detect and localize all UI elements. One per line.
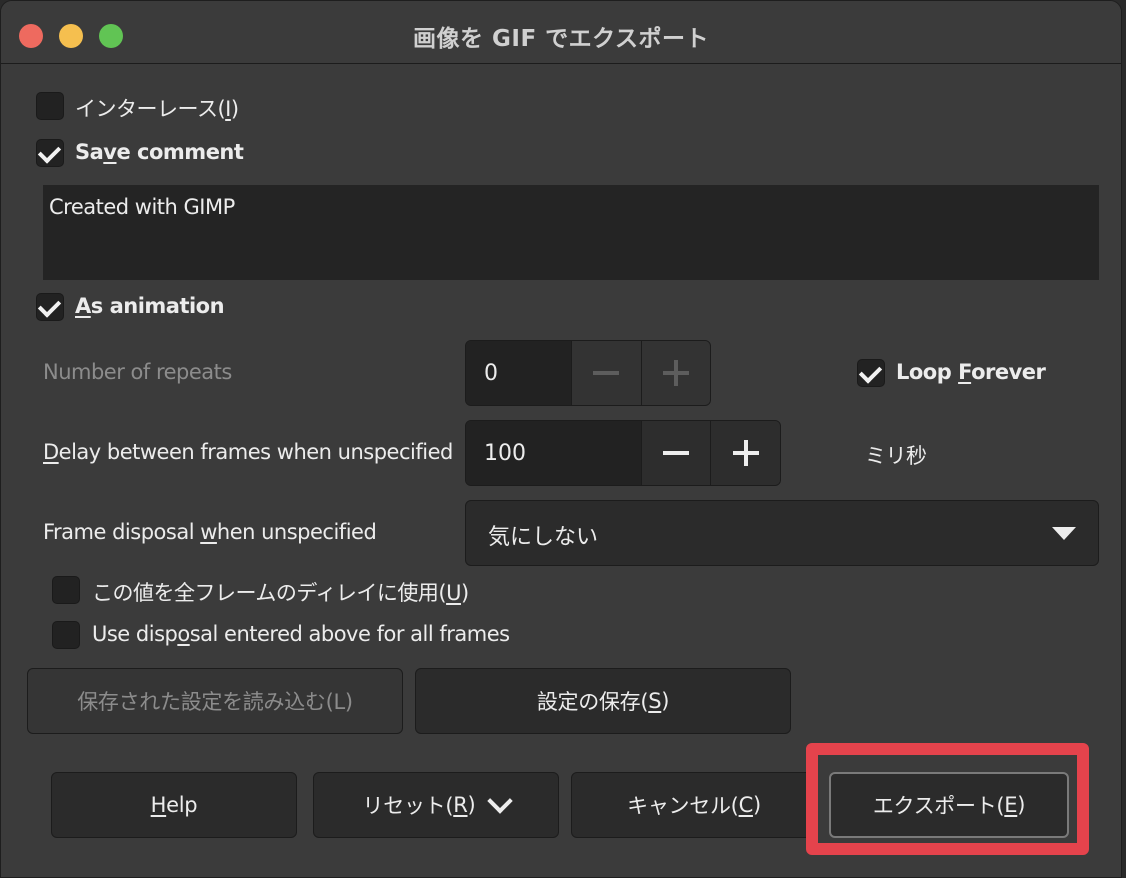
repeats-decrement-button[interactable] (571, 341, 641, 405)
repeats-label: Number of repeats (43, 360, 232, 384)
delay-increment-button[interactable] (710, 421, 780, 485)
save-comment-label: Save comment (75, 140, 244, 164)
title-bar: 画像を GIF でエクスポート (1, 1, 1121, 64)
use-disposal-all-checkbox[interactable] (52, 621, 80, 649)
load-settings-button[interactable]: 保存された設定を読み込む(L) (27, 668, 403, 734)
delay-label: Delay between frames when unspecified (43, 440, 453, 464)
delay-decrement-button[interactable] (640, 421, 711, 485)
repeats-increment-button[interactable] (640, 341, 710, 405)
repeats-value[interactable]: 0 (466, 341, 572, 405)
chevron-down-icon (487, 788, 514, 814)
disposal-selected-value: 気にしない (488, 525, 599, 550)
interlace-label: インターレース(I) (75, 97, 239, 121)
checkmark-icon (37, 140, 62, 164)
save-settings-button[interactable]: 設定の保存(S) (415, 668, 791, 734)
minus-icon (663, 451, 690, 455)
disposal-dropdown[interactable]: 気にしない (465, 500, 1099, 566)
plus-icon (662, 360, 689, 386)
checkmark-icon (858, 360, 883, 384)
as-animation-checkbox[interactable] (36, 293, 64, 321)
delay-value[interactable]: 100 (466, 421, 641, 485)
use-disposal-all-label: Use disposal entered above for all frame… (92, 622, 510, 646)
disposal-label: Frame disposal when unspecified (43, 520, 377, 544)
reset-button[interactable]: リセット(R) (313, 772, 559, 838)
as-animation-label: As animation (75, 294, 225, 318)
checkmark-icon (37, 294, 62, 318)
use-delay-all-label: この値を全フレームのディレイに使用(U) (92, 581, 469, 605)
plus-icon (732, 440, 759, 466)
use-delay-all-checkbox[interactable] (52, 576, 80, 604)
loop-forever-label: Loop Forever (896, 360, 1046, 384)
comment-textarea[interactable]: Created with GIMP (43, 185, 1099, 280)
export-gif-dialog: 画像を GIF でエクスポート インターレース(I) Save comment … (0, 0, 1122, 878)
save-comment-checkbox[interactable] (36, 139, 64, 167)
export-highlight-box (806, 743, 1089, 855)
help-button[interactable]: Help (51, 772, 297, 838)
dropdown-arrow-icon (1052, 527, 1076, 540)
delay-unit-label: ミリ秒 (865, 444, 927, 468)
repeats-spinner[interactable]: 0 (465, 340, 711, 406)
loop-forever-checkbox[interactable] (857, 359, 885, 387)
minus-icon (593, 371, 620, 375)
interlace-checkbox[interactable] (36, 92, 64, 120)
cancel-button[interactable]: キャンセル(C) (571, 772, 817, 838)
delay-spinner[interactable]: 100 (465, 420, 781, 486)
window-title: 画像を GIF でエクスポート (413, 26, 709, 52)
